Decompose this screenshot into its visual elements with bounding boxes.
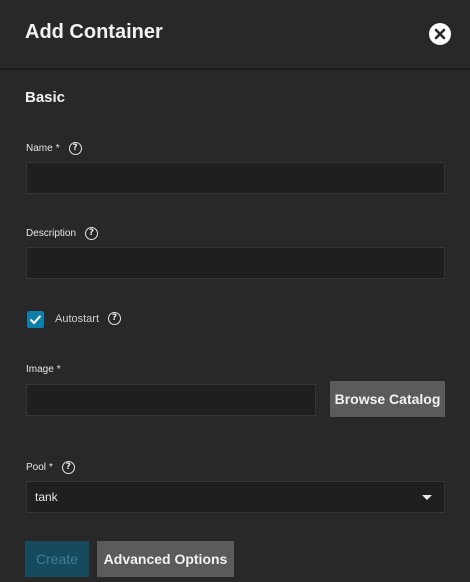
image-label-text: Image	[26, 364, 54, 375]
help-icon[interactable]: ?	[85, 227, 99, 240]
close-icon[interactable]	[429, 23, 451, 45]
autostart-label-text[interactable]: Autostart	[55, 313, 99, 325]
required-marker: *	[49, 462, 53, 473]
autostart-checkbox[interactable]	[27, 311, 44, 328]
help-icon[interactable]: ?	[61, 461, 75, 474]
description-label: Description ?	[26, 227, 99, 240]
section-title-basic: Basic	[25, 89, 66, 106]
create-button[interactable]: Create	[25, 541, 89, 577]
name-input[interactable]	[26, 162, 445, 194]
help-icon[interactable]: ?	[108, 312, 122, 325]
help-icon[interactable]: ?	[68, 142, 82, 155]
pool-select[interactable]: tank	[26, 481, 445, 513]
autostart-label: Autostart ?	[55, 312, 122, 325]
name-label: Name * ?	[26, 142, 82, 155]
description-input[interactable]	[26, 247, 445, 279]
required-marker: *	[56, 364, 61, 375]
image-label: Image *	[26, 364, 61, 375]
checkmark-icon	[29, 315, 42, 325]
pool-selected-value: tank	[35, 490, 58, 504]
image-input[interactable]	[26, 384, 316, 416]
description-label-text: Description	[26, 228, 77, 239]
dialog-title: Add Container	[25, 21, 163, 43]
required-marker: *	[55, 143, 60, 154]
pool-label: Pool * ?	[26, 461, 75, 474]
chevron-down-icon	[422, 495, 432, 500]
pool-label-text: Pool	[26, 462, 47, 473]
name-label-text: Name	[26, 143, 53, 154]
dialog-header: Add Container	[0, 0, 470, 70]
advanced-options-button[interactable]: Advanced Options	[97, 541, 234, 577]
browse-catalog-button[interactable]: Browse Catalog	[330, 381, 445, 417]
